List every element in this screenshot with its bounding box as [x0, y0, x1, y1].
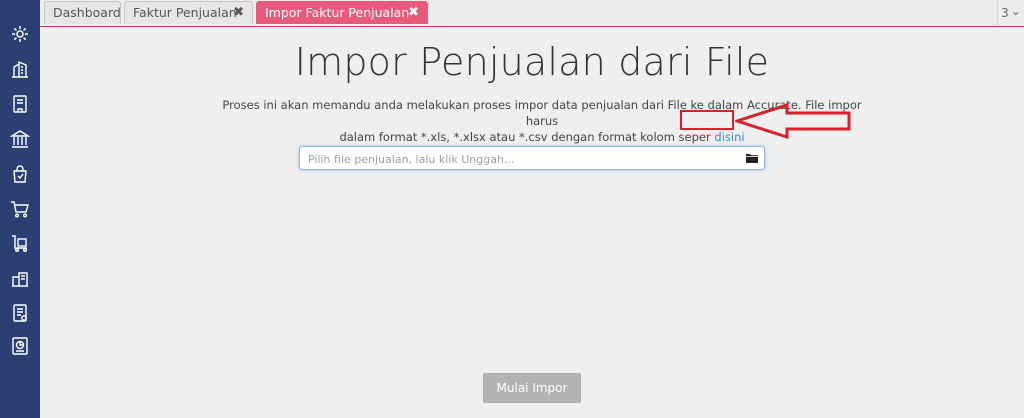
- tab-dashboard[interactable]: Dashboard: [44, 1, 121, 24]
- tab-faktur-penjualan[interactable]: Faktur Penjualan ✖: [124, 1, 253, 24]
- file-picker[interactable]: [299, 146, 765, 170]
- folder-icon[interactable]: [745, 151, 759, 165]
- bank-icon[interactable]: [10, 129, 30, 149]
- tab-overflow-button[interactable]: 3 ⌄: [997, 0, 1024, 26]
- tab-label: Faktur Penjualan: [133, 5, 237, 20]
- tab-count-label: 3: [1001, 6, 1009, 20]
- cart-icon[interactable]: [10, 199, 30, 219]
- tab-bar: Dashboard Faktur Penjualan ✖ Impor Faktu…: [40, 0, 1024, 27]
- tab-label: Dashboard: [53, 5, 121, 20]
- chevron-down-icon: ⌄: [1010, 4, 1021, 18]
- sales-bag-icon[interactable]: [10, 164, 30, 184]
- description-line2: dalam format *.xls, *.xlsx atau *.csv de…: [339, 130, 711, 144]
- tab-impor-faktur-penjualan[interactable]: Impor Faktur Penjualan ✖: [256, 1, 428, 24]
- annotation-highlight-box: [680, 110, 734, 130]
- book-icon[interactable]: [10, 94, 30, 114]
- inventory-icon[interactable]: [10, 268, 30, 288]
- close-icon[interactable]: ✖: [408, 2, 419, 24]
- file-input[interactable]: [306, 150, 740, 169]
- annotation-arrow-icon: [735, 103, 851, 139]
- tax-document-icon[interactable]: [10, 303, 30, 323]
- close-icon[interactable]: ✖: [233, 2, 244, 24]
- page-title: Impor Penjualan dari File: [294, 40, 770, 84]
- report-icon[interactable]: [10, 336, 30, 356]
- delivery-icon[interactable]: [10, 233, 30, 253]
- tab-label: Impor Faktur Penjualan: [265, 5, 410, 20]
- start-import-button[interactable]: Mulai Impor: [483, 373, 581, 403]
